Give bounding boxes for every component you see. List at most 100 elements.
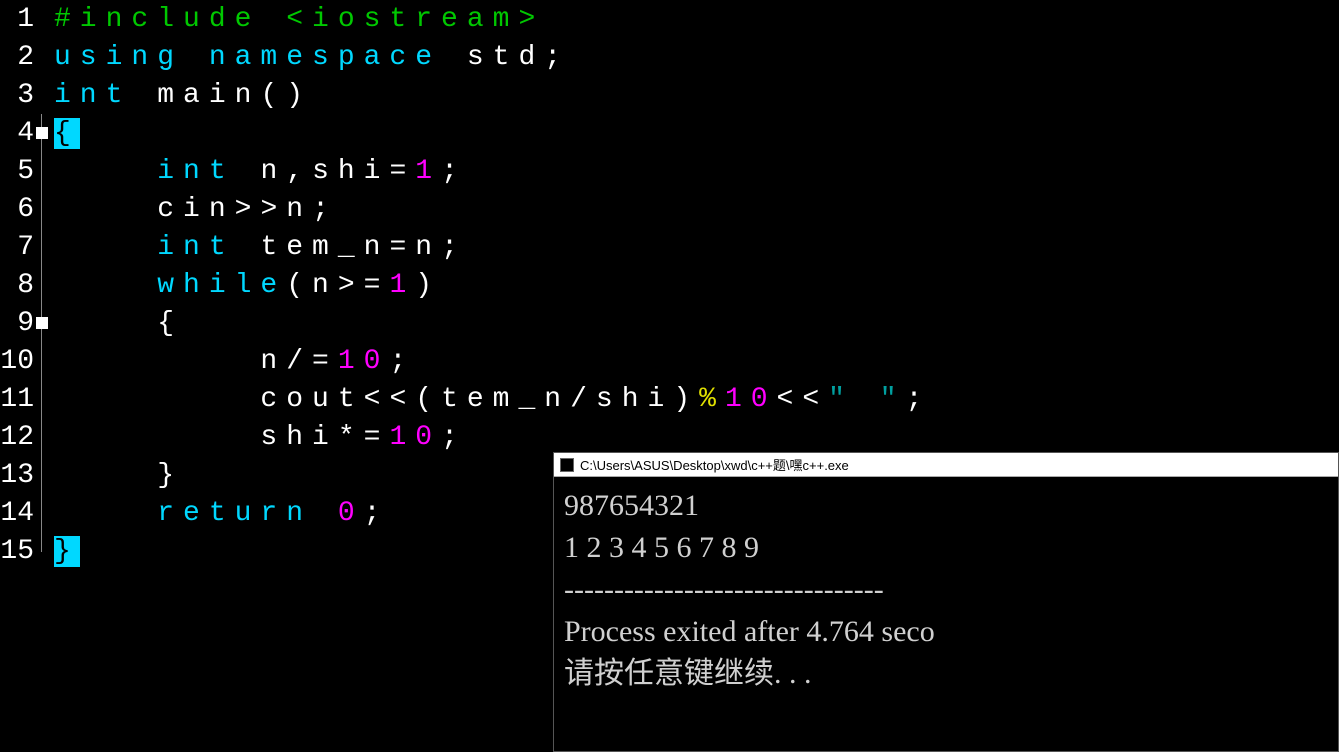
code-token (54, 422, 260, 453)
code-token: ; (544, 42, 570, 73)
fold-gutter[interactable] (36, 0, 54, 38)
fold-gutter[interactable] (36, 380, 54, 418)
code-token (54, 384, 260, 415)
fold-gutter[interactable] (36, 228, 54, 266)
code-line[interactable]: 12 shi*=10; (0, 418, 1339, 456)
code-token: { (54, 118, 80, 149)
fold-gutter[interactable] (36, 114, 54, 152)
code-token: >> (235, 194, 287, 225)
code-token: ; (312, 194, 338, 225)
fold-gutter[interactable] (36, 38, 54, 76)
code-line[interactable]: 4{ (0, 114, 1339, 152)
console-output[interactable]: 987654321 1 2 3 4 5 6 7 8 9 ------------… (554, 477, 1338, 703)
code-line[interactable]: 7 int tem_n=n; (0, 228, 1339, 266)
code-token: >= (338, 270, 390, 301)
fold-gutter[interactable] (36, 304, 54, 342)
code-token: ; (441, 232, 467, 263)
code-content[interactable]: using namespace std; (54, 42, 570, 73)
code-token: , (286, 156, 312, 187)
code-token: 10 (389, 422, 441, 453)
line-number: 14 (0, 498, 36, 529)
fold-gutter[interactable] (36, 342, 54, 380)
code-content[interactable]: cin>>n; (54, 194, 338, 225)
console-window[interactable]: C:\Users\ASUS\Desktop\xwd\c++题\嘿c++.exe … (553, 452, 1339, 752)
code-token: } (157, 460, 183, 491)
line-number: 12 (0, 422, 36, 453)
code-line[interactable]: 11 cout<<(tem_n/shi)%10<<" "; (0, 380, 1339, 418)
code-token: () (260, 80, 312, 111)
fold-gutter[interactable] (36, 266, 54, 304)
code-token: int (54, 80, 157, 111)
code-line[interactable]: 5 int n,shi=1; (0, 152, 1339, 190)
code-token: ; (364, 498, 390, 529)
code-token: int (157, 232, 260, 263)
code-line[interactable]: 1 #include <iostream> (0, 0, 1339, 38)
code-line[interactable]: 6 cin>>n; (0, 190, 1339, 228)
code-content[interactable]: int n,shi=1; (54, 156, 467, 187)
code-content[interactable]: return 0; (54, 498, 389, 529)
code-token: main (157, 80, 260, 111)
code-token: % (699, 384, 725, 415)
code-token: 1 (389, 270, 415, 301)
code-token: ; (441, 156, 467, 187)
line-number: 3 (0, 80, 36, 111)
line-number: 4 (0, 118, 36, 149)
code-token: { (157, 308, 183, 339)
fold-marker-icon[interactable] (36, 317, 48, 329)
console-icon (560, 458, 574, 472)
code-line[interactable]: 9 { (0, 304, 1339, 342)
line-number: 6 (0, 194, 36, 225)
code-token: while (157, 270, 286, 301)
code-token (54, 194, 157, 225)
fold-gutter[interactable] (36, 494, 54, 532)
code-content[interactable]: int tem_n=n; (54, 232, 467, 263)
line-number: 7 (0, 232, 36, 263)
line-number: 1 (0, 4, 36, 35)
code-token: n (312, 270, 338, 301)
code-content[interactable]: shi*=10; (54, 422, 467, 453)
code-token: using namespace (54, 42, 467, 73)
code-content[interactable]: { (54, 118, 80, 149)
code-content[interactable]: cout<<(tem_n/shi)%10<<" "; (54, 384, 931, 415)
code-content[interactable]: int main() (54, 80, 312, 111)
code-content[interactable]: } (54, 460, 183, 491)
fold-marker-icon[interactable] (36, 127, 48, 139)
code-token: ; (906, 384, 932, 415)
code-token: ; (389, 346, 415, 377)
code-token: = (389, 156, 415, 187)
code-token: std (467, 42, 544, 73)
line-number: 10 (0, 346, 36, 377)
code-content[interactable]: } (54, 536, 80, 567)
code-token: n (286, 194, 312, 225)
code-token (54, 232, 157, 263)
code-token: shi (312, 156, 389, 187)
code-content[interactable]: { (54, 308, 183, 339)
fold-gutter[interactable] (36, 532, 54, 570)
code-line[interactable]: 3 int main() (0, 76, 1339, 114)
code-token: cout (260, 384, 363, 415)
code-token: ; (441, 422, 467, 453)
code-line[interactable]: 8 while(n>=1) (0, 266, 1339, 304)
fold-gutter[interactable] (36, 76, 54, 114)
fold-gutter[interactable] (36, 152, 54, 190)
fold-gutter[interactable] (36, 456, 54, 494)
code-token: = (389, 232, 415, 263)
console-titlebar[interactable]: C:\Users\ASUS\Desktop\xwd\c++题\嘿c++.exe (554, 453, 1338, 477)
fold-gutter[interactable] (36, 190, 54, 228)
code-token: ) (673, 384, 699, 415)
code-line[interactable]: 2 using namespace std; (0, 38, 1339, 76)
line-number: 13 (0, 460, 36, 491)
code-token (54, 498, 157, 529)
code-token: tem_n (260, 232, 389, 263)
code-line[interactable]: 10 n/=10; (0, 342, 1339, 380)
fold-gutter[interactable] (36, 418, 54, 456)
code-content[interactable]: #include <iostream> (54, 4, 544, 35)
code-token: ( (286, 270, 312, 301)
code-token: *= (338, 422, 390, 453)
line-number: 2 (0, 42, 36, 73)
code-content[interactable]: while(n>=1) (54, 270, 441, 301)
code-token: } (54, 536, 80, 567)
code-content[interactable]: n/=10; (54, 346, 415, 377)
code-token: 10 (725, 384, 777, 415)
code-token: int (157, 156, 260, 187)
